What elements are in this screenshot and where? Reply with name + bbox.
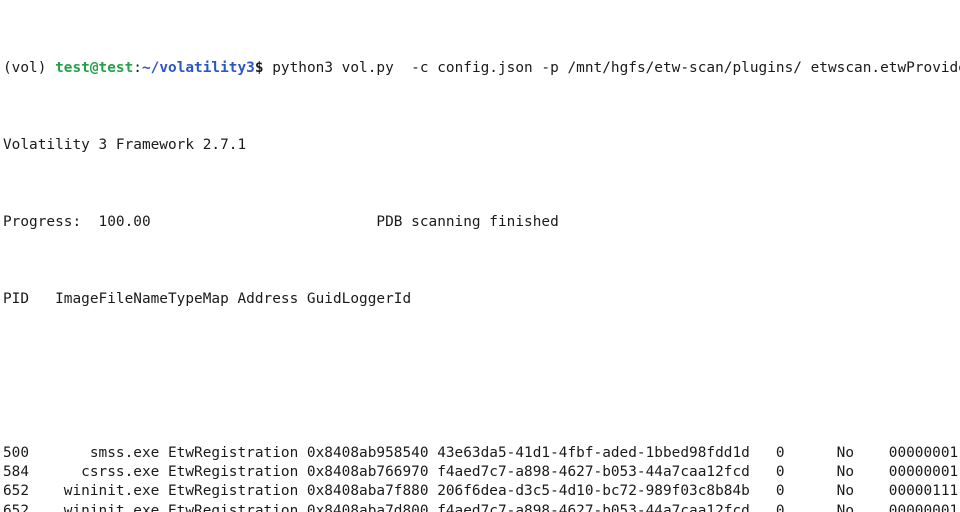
table-header-row: PID ImageFileNameTypeMap Address GuidLog… [3, 290, 412, 307]
prompt-cwd: ~/volatility3 [141, 59, 255, 76]
prompt-dollar: $ [254, 59, 264, 76]
prompt-line: (vol) test@test:~/volatility3$ python3 v… [3, 59, 960, 78]
framework-banner: Volatility 3 Framework 2.7.1 [3, 136, 247, 153]
table-row: 652 wininit.exe EtwRegistration 0x8408ab… [3, 483, 959, 500]
table-row: 652 wininit.exe EtwRegistration 0x8408ab… [3, 502, 959, 512]
venv-indicator: (vol) [3, 59, 56, 76]
table-row: 500 smss.exe EtwRegistration 0x8408ab958… [3, 444, 959, 461]
terminal-screen[interactable]: (vol) test@test:~/volatility3$ python3 v… [3, 1, 960, 512]
command-text: python3 vol.py -c config.json -p /mnt/hg… [263, 59, 960, 76]
terminal-window[interactable]: (vol) test@test:~/volatility3$ python3 v… [0, 0, 960, 512]
table-row: 584 csrss.exe EtwRegistration 0x8408ab76… [3, 464, 959, 480]
prompt-colon: : [133, 59, 142, 76]
prompt-userhost: test@test [55, 59, 134, 76]
table-body: 500 smss.exe EtwRegistration 0x8408ab958… [3, 444, 960, 512]
progress-line: Progress: 100.00 PDB scanning finished [3, 213, 559, 230]
